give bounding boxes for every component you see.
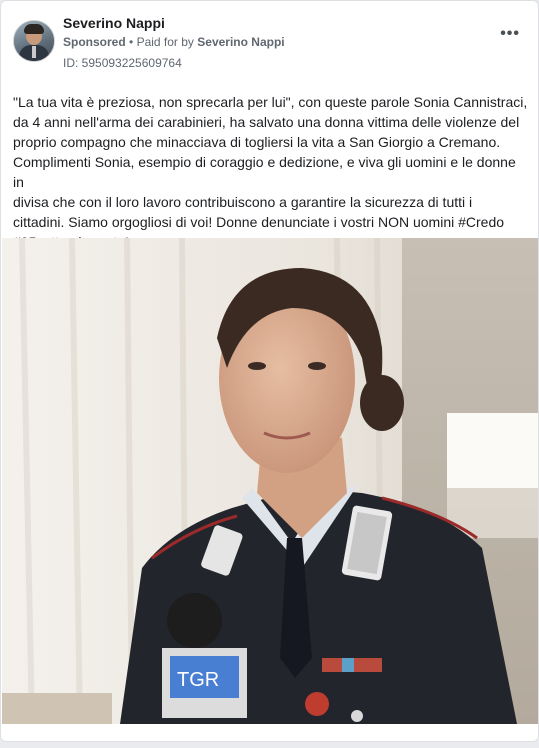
post-text: "La tua vita è preziosa, non sprecarla p… bbox=[13, 92, 529, 252]
post-header: Severino Nappi Sponsored • Paid for by S… bbox=[13, 15, 526, 71]
post-text-line: cittadini. Siamo orgogliosi di voi! Donn… bbox=[13, 214, 505, 230]
author-avatar[interactable] bbox=[13, 20, 55, 62]
ellipsis-icon: ••• bbox=[500, 25, 520, 42]
author-name[interactable]: Severino Nappi bbox=[63, 15, 165, 31]
ad-id: ID: 595093225609764 bbox=[63, 56, 182, 70]
post-text-line: proprio compagno che minacciava di togli… bbox=[13, 134, 501, 150]
post-text-line: Complimenti Sonia, esempio di coraggio e… bbox=[13, 154, 516, 190]
tgr-logo-text: TGR bbox=[177, 669, 219, 691]
post-text-line: "La tua vita è preziosa, non sprecarla p… bbox=[13, 94, 528, 110]
post-video[interactable]: TGR bbox=[2, 238, 538, 724]
ad-card: Severino Nappi Sponsored • Paid for by S… bbox=[0, 0, 539, 742]
paid-for-prefix: Paid for by bbox=[136, 35, 194, 49]
post-footer bbox=[1, 724, 538, 741]
post-text-line: da 4 anni nell'arma dei carabinieri, ha … bbox=[13, 114, 520, 130]
separator-dot: • bbox=[129, 35, 137, 49]
sponsored-label: Sponsored bbox=[63, 35, 126, 49]
more-options-button[interactable]: ••• bbox=[500, 26, 520, 42]
post-text-line: divisa che con il loro lavoro contribuis… bbox=[13, 194, 473, 210]
paid-for-name: Severino Nappi bbox=[197, 35, 285, 49]
sponsored-line: Sponsored • Paid for by Severino Nappi bbox=[63, 35, 285, 49]
video-frame: TGR bbox=[2, 238, 538, 724]
